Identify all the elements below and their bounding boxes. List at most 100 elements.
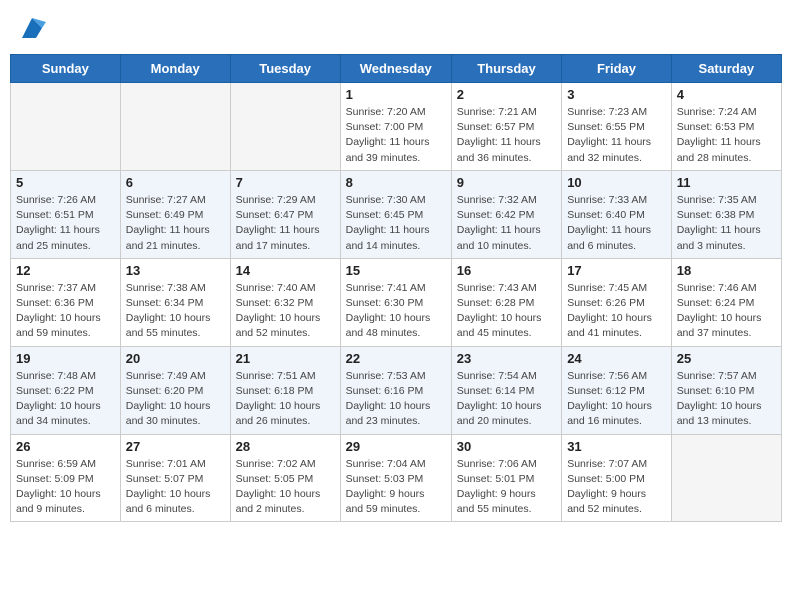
calendar-day-cell: 20Sunrise: 7:49 AM Sunset: 6:20 PM Dayli…: [120, 346, 230, 434]
calendar-week-row: 5 Sunrise: 7:26 AM Sunset: 6:51 PM Daylig…: [11, 170, 782, 258]
day-number: 27: [126, 439, 225, 454]
day-number: 23: [457, 351, 556, 366]
day-info: Sunrise: 7:51 AM Sunset: 6:18 PM Dayligh…: [236, 369, 335, 430]
calendar-day-cell: [671, 434, 781, 522]
day-info: Sunrise: 7:49 AM Sunset: 6:20 PM Dayligh…: [126, 369, 225, 430]
day-info: Sunrise: 7:32 AM Sunset: 6:42 PM Dayligh…: [457, 193, 556, 254]
calendar-day-cell: 31 Sunrise: 7:07 AM Sunset: 5:00 PM Dayli…: [562, 434, 672, 522]
day-number: 26: [16, 439, 115, 454]
calendar-day-cell: 16 Sunrise: 7:43 AM Sunset: 6:28 PM Dayli…: [451, 258, 561, 346]
day-number: 29: [346, 439, 446, 454]
day-number: 12: [16, 263, 115, 278]
day-of-week-header: Sunday: [11, 55, 121, 83]
day-info: Sunrise: 7:56 AM Sunset: 6:12 PM Dayligh…: [567, 369, 666, 430]
calendar-week-row: 19 Sunrise: 7:48 AM Sunset: 6:22 PM Dayli…: [11, 346, 782, 434]
calendar-day-cell: 1 Sunrise: 7:20 AM Sunset: 7:00 PM Daylig…: [340, 83, 451, 171]
day-info: Sunrise: 7:20 AM Sunset: 7:00 PM Dayligh…: [346, 105, 446, 166]
calendar-day-cell: 23 Sunrise: 7:54 AM Sunset: 6:14 PM Dayli…: [451, 346, 561, 434]
calendar-day-cell: 5 Sunrise: 7:26 AM Sunset: 6:51 PM Daylig…: [11, 170, 121, 258]
day-info: Sunrise: 7:06 AM Sunset: 5:01 PM Dayligh…: [457, 457, 556, 518]
day-number: 11: [677, 175, 776, 190]
day-info: Sunrise: 7:54 AM Sunset: 6:14 PM Dayligh…: [457, 369, 556, 430]
day-number: 4: [677, 87, 776, 102]
day-of-week-header: Saturday: [671, 55, 781, 83]
day-info: Sunrise: 7:35 AM Sunset: 6:38 PM Dayligh…: [677, 193, 776, 254]
day-info: Sunrise: 7:26 AM Sunset: 6:51 PM Dayligh…: [16, 193, 115, 254]
day-info: Sunrise: 7:24 AM Sunset: 6:53 PM Dayligh…: [677, 105, 776, 166]
day-info: Sunrise: 7:37 AM Sunset: 6:36 PM Dayligh…: [16, 281, 115, 342]
day-number: 17: [567, 263, 666, 278]
calendar-day-cell: 18 Sunrise: 7:46 AM Sunset: 6:24 PM Dayli…: [671, 258, 781, 346]
day-info: Sunrise: 7:01 AM Sunset: 5:07 PM Dayligh…: [126, 457, 225, 518]
calendar-day-cell: [11, 83, 121, 171]
calendar-day-cell: 7Sunrise: 7:29 AM Sunset: 6:47 PM Daylig…: [230, 170, 340, 258]
calendar-day-cell: 12 Sunrise: 7:37 AM Sunset: 6:36 PM Dayli…: [11, 258, 121, 346]
day-number: 6: [126, 175, 225, 190]
day-number: 2: [457, 87, 556, 102]
day-number: 8: [346, 175, 446, 190]
day-info: Sunrise: 7:27 AM Sunset: 6:49 PM Dayligh…: [126, 193, 225, 254]
day-number: 10: [567, 175, 666, 190]
day-info: Sunrise: 7:30 AM Sunset: 6:45 PM Dayligh…: [346, 193, 446, 254]
day-number: 24: [567, 351, 666, 366]
day-of-week-header: Thursday: [451, 55, 561, 83]
day-of-week-header: Monday: [120, 55, 230, 83]
day-number: 30: [457, 439, 556, 454]
calendar-day-cell: [230, 83, 340, 171]
day-number: 7: [236, 175, 335, 190]
day-info: Sunrise: 7:48 AM Sunset: 6:22 PM Dayligh…: [16, 369, 115, 430]
logo-icon: [18, 14, 46, 42]
calendar-day-cell: 3 Sunrise: 7:23 AM Sunset: 6:55 PM Daylig…: [562, 83, 672, 171]
day-info: Sunrise: 7:43 AM Sunset: 6:28 PM Dayligh…: [457, 281, 556, 342]
day-number: 21: [236, 351, 335, 366]
day-info: Sunrise: 7:53 AM Sunset: 6:16 PM Dayligh…: [346, 369, 446, 430]
calendar-day-cell: 25 Sunrise: 7:57 AM Sunset: 6:10 PM Dayli…: [671, 346, 781, 434]
calendar-day-cell: 28Sunrise: 7:02 AM Sunset: 5:05 PM Dayli…: [230, 434, 340, 522]
day-number: 14: [236, 263, 335, 278]
day-number: 18: [677, 263, 776, 278]
calendar-day-cell: 15 Sunrise: 7:41 AM Sunset: 6:30 PM Dayli…: [340, 258, 451, 346]
calendar-day-cell: [120, 83, 230, 171]
day-info: Sunrise: 7:02 AM Sunset: 5:05 PM Dayligh…: [236, 457, 335, 518]
day-number: 19: [16, 351, 115, 366]
calendar-day-cell: 9Sunrise: 7:32 AM Sunset: 6:42 PM Daylig…: [451, 170, 561, 258]
calendar-day-cell: 4 Sunrise: 7:24 AM Sunset: 6:53 PM Daylig…: [671, 83, 781, 171]
day-info: Sunrise: 7:23 AM Sunset: 6:55 PM Dayligh…: [567, 105, 666, 166]
day-number: 15: [346, 263, 446, 278]
calendar-day-cell: 19 Sunrise: 7:48 AM Sunset: 6:22 PM Dayli…: [11, 346, 121, 434]
day-info: Sunrise: 7:04 AM Sunset: 5:03 PM Dayligh…: [346, 457, 446, 518]
calendar-day-cell: 14Sunrise: 7:40 AM Sunset: 6:32 PM Dayli…: [230, 258, 340, 346]
day-info: Sunrise: 7:46 AM Sunset: 6:24 PM Dayligh…: [677, 281, 776, 342]
day-info: Sunrise: 7:07 AM Sunset: 5:00 PM Dayligh…: [567, 457, 666, 518]
day-number: 22: [346, 351, 446, 366]
day-number: 31: [567, 439, 666, 454]
calendar-header-row: SundayMondayTuesdayWednesdayThursdayFrid…: [11, 55, 782, 83]
page-header: [10, 10, 782, 46]
calendar-day-cell: 21 Sunrise: 7:51 AM Sunset: 6:18 PM Dayli…: [230, 346, 340, 434]
day-info: Sunrise: 7:38 AM Sunset: 6:34 PM Dayligh…: [126, 281, 225, 342]
calendar-day-cell: 8 Sunrise: 7:30 AM Sunset: 6:45 PM Daylig…: [340, 170, 451, 258]
calendar-day-cell: 10Sunrise: 7:33 AM Sunset: 6:40 PM Dayli…: [562, 170, 672, 258]
day-number: 13: [126, 263, 225, 278]
day-info: Sunrise: 7:21 AM Sunset: 6:57 PM Dayligh…: [457, 105, 556, 166]
calendar-day-cell: 13 Sunrise: 7:38 AM Sunset: 6:34 PM Dayli…: [120, 258, 230, 346]
calendar-day-cell: 17 Sunrise: 7:45 AM Sunset: 6:26 PM Dayli…: [562, 258, 672, 346]
calendar-day-cell: 22 Sunrise: 7:53 AM Sunset: 6:16 PM Dayli…: [340, 346, 451, 434]
calendar-day-cell: 11 Sunrise: 7:35 AM Sunset: 6:38 PM Dayli…: [671, 170, 781, 258]
day-of-week-header: Tuesday: [230, 55, 340, 83]
day-number: 3: [567, 87, 666, 102]
calendar-day-cell: 29 Sunrise: 7:04 AM Sunset: 5:03 PM Dayli…: [340, 434, 451, 522]
day-number: 5: [16, 175, 115, 190]
day-of-week-header: Wednesday: [340, 55, 451, 83]
calendar-week-row: 1 Sunrise: 7:20 AM Sunset: 7:00 PM Daylig…: [11, 83, 782, 171]
calendar-day-cell: 2 Sunrise: 7:21 AM Sunset: 6:57 PM Daylig…: [451, 83, 561, 171]
day-info: Sunrise: 7:57 AM Sunset: 6:10 PM Dayligh…: [677, 369, 776, 430]
day-number: 1: [346, 87, 446, 102]
day-info: Sunrise: 7:41 AM Sunset: 6:30 PM Dayligh…: [346, 281, 446, 342]
calendar-day-cell: 27 Sunrise: 7:01 AM Sunset: 5:07 PM Dayli…: [120, 434, 230, 522]
calendar-day-cell: 6 Sunrise: 7:27 AM Sunset: 6:49 PM Daylig…: [120, 170, 230, 258]
day-info: Sunrise: 7:45 AM Sunset: 6:26 PM Dayligh…: [567, 281, 666, 342]
day-number: 16: [457, 263, 556, 278]
day-number: 25: [677, 351, 776, 366]
day-info: Sunrise: 6:59 AM Sunset: 5:09 PM Dayligh…: [16, 457, 115, 518]
